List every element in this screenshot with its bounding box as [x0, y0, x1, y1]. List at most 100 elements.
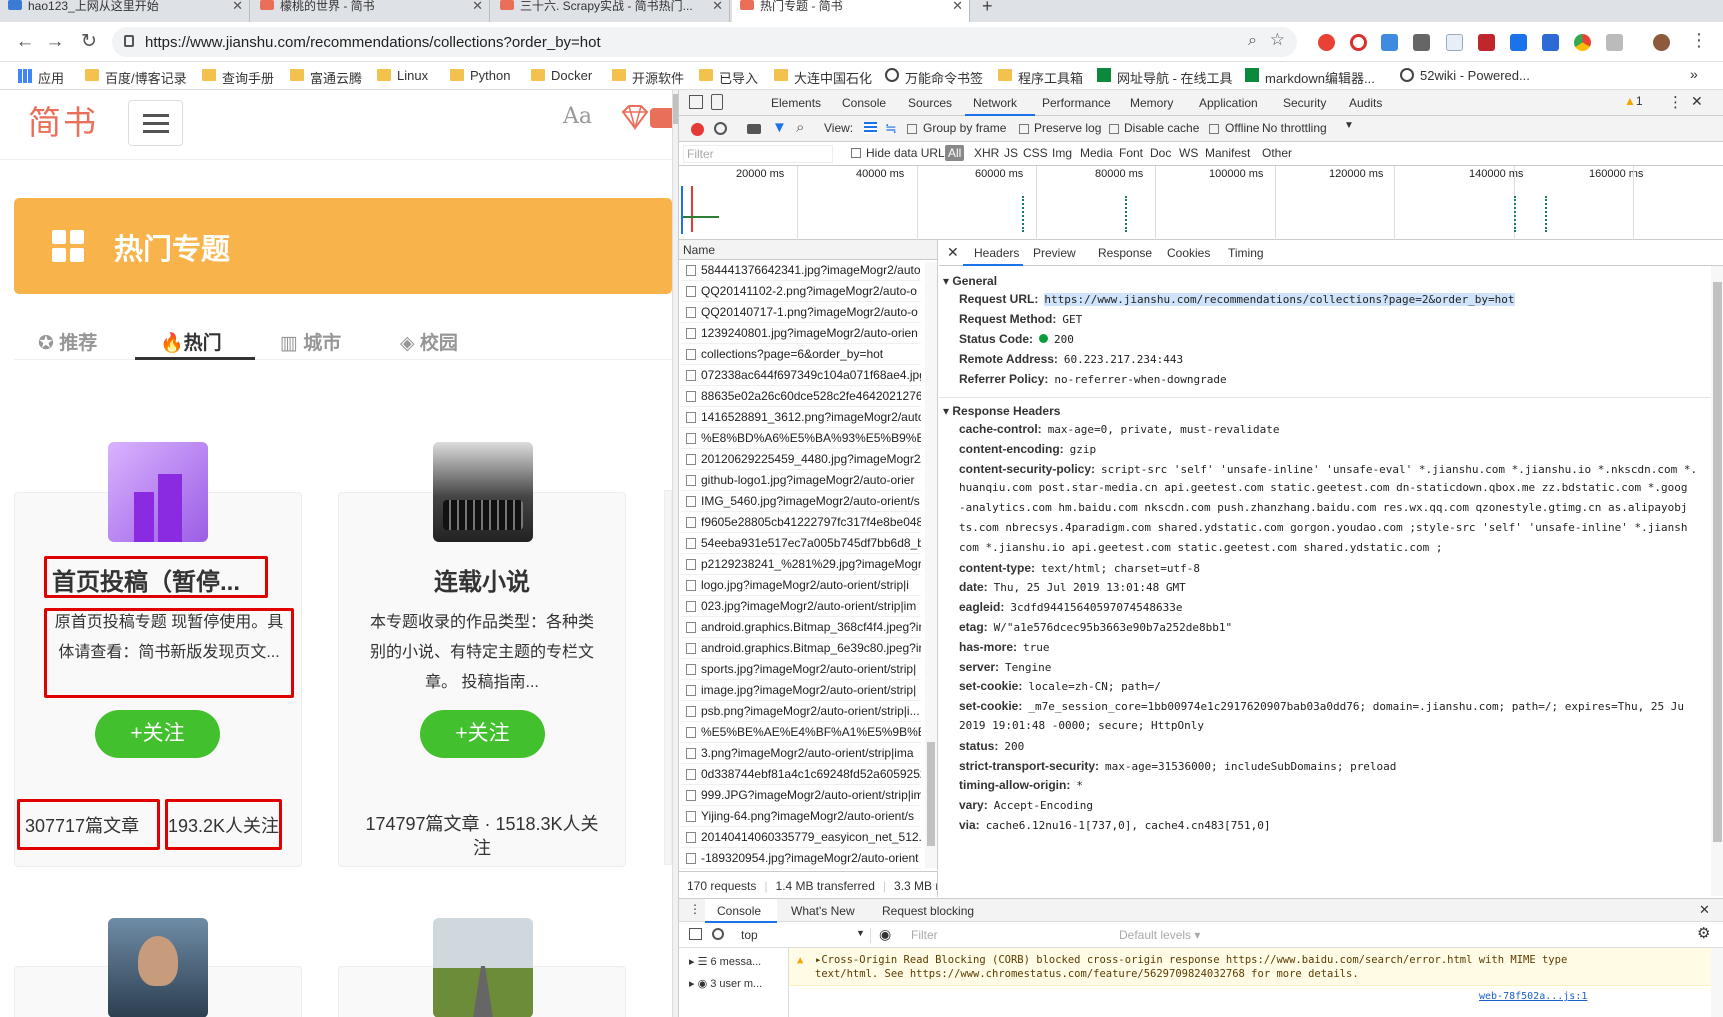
zoom-icon[interactable]: ⌕: [1248, 32, 1257, 50]
request-row[interactable]: 0d338744ebf81a4c1c69248fd52a6059252: [681, 764, 921, 785]
close-tab-icon[interactable]: ✕: [952, 0, 963, 12]
bookmark-folder[interactable]: 富通云腾: [290, 68, 362, 87]
bookmark-item[interactable]: markdown编辑器...: [1245, 68, 1375, 87]
search-icon[interactable]: ⌕: [796, 119, 804, 136]
console-sidebar-icon[interactable]: [689, 928, 702, 940]
detail-tab-cookies[interactable]: Cookies: [1167, 246, 1210, 260]
address-bar[interactable]: https://www.jianshu.com/recommendations/…: [112, 27, 1297, 57]
bookmark-folder[interactable]: 大连中国石化: [774, 68, 872, 87]
inspect-element-icon[interactable]: [689, 95, 703, 109]
close-tab-icon[interactable]: ✕: [472, 0, 483, 12]
group-by-frame-checkbox[interactable]: [907, 124, 917, 134]
request-row[interactable]: logo.jpg?imageMogr2/auto-orient/strip|i: [681, 575, 921, 596]
request-row[interactable]: 023.jpg?imageMogr2/auto-orient/strip|im: [681, 596, 921, 617]
type-filter-xhr[interactable]: XHR: [974, 146, 999, 160]
tab-campus[interactable]: ◈ 校园: [400, 328, 458, 355]
devtools-tab-security[interactable]: Security: [1283, 90, 1326, 116]
console-settings-icon[interactable]: ⚙: [1697, 924, 1710, 942]
devtools-tab-application[interactable]: Application: [1199, 90, 1258, 116]
offline-checkbox[interactable]: [1209, 124, 1219, 134]
console-group-messages[interactable]: ▸ ☰ 6 messa...: [689, 955, 761, 968]
console-group-user[interactable]: ▸ ◉ 3 user m...: [689, 977, 762, 990]
extension-c-icon[interactable]: [1350, 34, 1367, 51]
devtools-tab-memory[interactable]: Memory: [1130, 90, 1173, 116]
request-row[interactable]: Yijing-64.png?imageMogr2/auto-orient/s: [681, 806, 921, 827]
request-row[interactable]: android.graphics.Bitmap_6e39c80.jpeg?ir: [681, 638, 921, 659]
detail-tab-preview[interactable]: Preview: [1033, 246, 1076, 260]
request-row[interactable]: 20140414060335779_easyicon_net_512.pr: [681, 827, 921, 848]
detail-tab-response[interactable]: Response: [1098, 246, 1152, 260]
devtools-menu-icon[interactable]: ⋮: [1668, 93, 1683, 111]
font-settings-icon[interactable]: Aa: [563, 104, 592, 129]
browser-tab-jianshu-user[interactable]: 檬桃的世界 - 简书 ✕: [252, 0, 490, 22]
console-filter-input[interactable]: Filter: [907, 925, 1307, 945]
collection-title[interactable]: 连载小说: [338, 562, 626, 597]
bookmark-item[interactable]: 52wiki - Powered...: [1400, 68, 1530, 83]
request-row[interactable]: sports.jpg?imageMogr2/auto-orient/strip|: [681, 659, 921, 680]
browser-tab-hot-collections[interactable]: 热门专题 - 简书 ✕: [732, 0, 970, 22]
tab-city[interactable]: ▥ 城市: [280, 328, 341, 355]
devtools-tab-network[interactable]: Network: [973, 90, 1017, 116]
request-row[interactable]: QQ20140717-1.png?imageMogr2/auto-o: [681, 302, 921, 323]
scrollbar-thumb[interactable]: [927, 742, 935, 846]
collection-avatar[interactable]: [108, 918, 208, 1017]
warnings-indicator[interactable]: ▲1: [1624, 94, 1643, 108]
clear-console-icon[interactable]: [712, 928, 724, 940]
request-row[interactable]: 54eeba931e517ec7a005b745df7bb6d8_b.: [681, 533, 921, 554]
drawer-menu-icon[interactable]: ⋮: [689, 902, 701, 916]
browser-tab-scrapy[interactable]: 三十六. Scrapy实战 - 简书热门... ✕: [492, 0, 730, 22]
requests-header[interactable]: Name: [679, 240, 938, 260]
devtools-tab-audits[interactable]: Audits: [1349, 90, 1382, 116]
throttling-select[interactable]: No throttling: [1262, 121, 1327, 135]
extension-grid-icon[interactable]: [1446, 34, 1463, 51]
context-select[interactable]: top ▼: [741, 928, 871, 943]
log-levels-select[interactable]: Default levels ▾: [1119, 928, 1200, 942]
detail-tab-timing[interactable]: Timing: [1228, 246, 1264, 260]
clear-icon[interactable]: [714, 122, 727, 135]
bookmark-star-icon[interactable]: ☆: [1270, 30, 1285, 50]
close-tab-icon[interactable]: ✕: [232, 0, 243, 12]
extension-infinity-icon[interactable]: [1318, 34, 1335, 51]
chevron-down-icon[interactable]: ▼: [1344, 120, 1354, 131]
request-row[interactable]: QQ20141102-2.png?imageMogr2/auto-o: [681, 281, 921, 302]
screenshot-icon[interactable]: [747, 124, 761, 134]
request-row[interactable]: image.jpg?imageMogr2/auto-orient/strip|: [681, 680, 921, 701]
follow-button[interactable]: +关注: [95, 710, 220, 758]
timeline-overview[interactable]: 20000 ms 40000 ms 60000 ms 80000 ms 1000…: [679, 166, 1723, 240]
extension-puzzle-icon[interactable]: [1606, 34, 1623, 51]
extension-link-icon[interactable]: [1413, 34, 1430, 51]
browser-tab-hao123[interactable]: hao123_上网从这里开始 ✕: [0, 0, 250, 22]
menu-hamburger-button[interactable]: [128, 100, 183, 146]
bookmark-item[interactable]: 网址导航 - 在线工具: [1097, 68, 1233, 87]
type-filter-all[interactable]: All: [945, 145, 965, 161]
scrollbar-thumb[interactable]: [1713, 282, 1722, 842]
type-filter-ws[interactable]: WS: [1179, 146, 1198, 160]
type-filter-js[interactable]: JS: [1004, 146, 1018, 160]
chrome-icon[interactable]: [1574, 34, 1591, 51]
filter-icon[interactable]: ▼: [772, 119, 787, 136]
devtools-tab-performance[interactable]: Performance: [1042, 90, 1111, 116]
bookmark-apps[interactable]: 应用: [18, 68, 64, 87]
disable-cache-checkbox[interactable]: [1109, 124, 1119, 134]
close-devtools-icon[interactable]: ✕: [1691, 93, 1703, 110]
bookmark-folder[interactable]: 百度/博客记录: [85, 68, 187, 87]
request-row[interactable]: p2129238241_%281%29.jpg?imageMogr2: [681, 554, 921, 575]
devtools-tab-console[interactable]: Console: [842, 90, 886, 116]
request-row[interactable]: %E8%BD%A6%E5%BA%93%E5%B9%B3%: [681, 428, 921, 449]
bookmark-folder[interactable]: 已导入: [699, 68, 758, 87]
request-row[interactable]: android.graphics.Bitmap_368cf4f4.jpeg?ir: [681, 617, 921, 638]
eye-icon[interactable]: ◉: [879, 926, 891, 943]
address-url[interactable]: https://www.jianshu.com/recommendations/…: [145, 34, 601, 51]
bookmark-folder[interactable]: 查询手册: [202, 68, 274, 87]
request-row[interactable]: 072338ac644f697349c104a071f68ae4.jpg: [681, 365, 921, 386]
new-tab-button[interactable]: +: [982, 0, 993, 15]
request-row[interactable]: collections?page=6&order_by=hot: [681, 344, 921, 365]
type-filter-media[interactable]: Media: [1080, 146, 1113, 160]
headers-scrollbar[interactable]: [1711, 266, 1723, 896]
console-source-link[interactable]: web-78f502a...js:1: [1479, 991, 1587, 1002]
type-filter-other[interactable]: Other: [1262, 146, 1292, 160]
request-row[interactable]: 3.png?imageMogr2/auto-orient/strip|ima: [681, 743, 921, 764]
bookmark-folder[interactable]: Docker: [531, 68, 592, 83]
hide-data-urls-checkbox[interactable]: [851, 148, 861, 158]
type-filter-manifest[interactable]: Manifest: [1205, 146, 1250, 160]
